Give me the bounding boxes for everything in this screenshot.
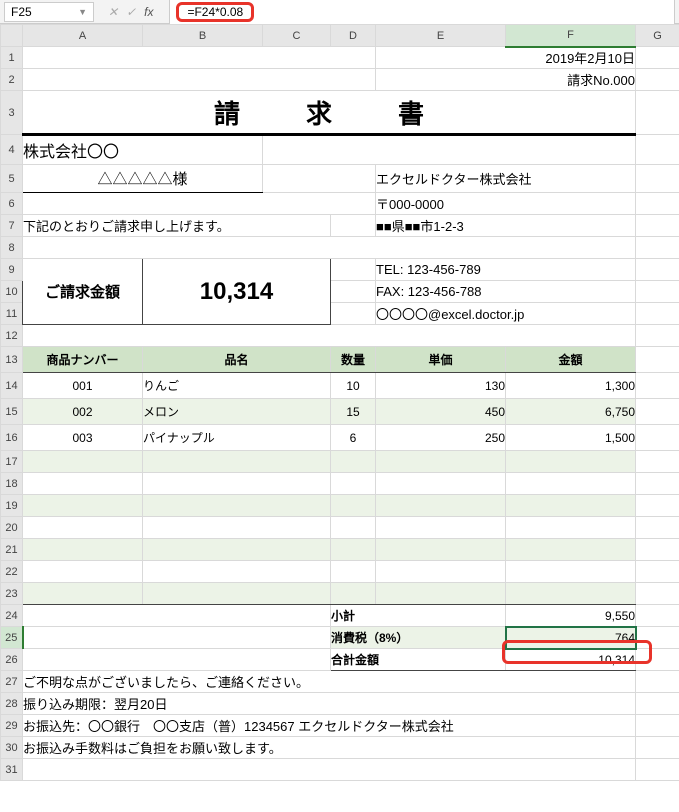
formula-text: =F24*0.08 xyxy=(176,2,254,22)
total-label[interactable]: ご請求金額 xyxy=(23,259,143,325)
th-amount[interactable]: 金額 xyxy=(506,347,636,373)
row-header[interactable]: 27 xyxy=(1,671,23,693)
col-header-G[interactable]: G xyxy=(636,25,679,47)
footer-line[interactable]: お振込先：〇〇銀行 〇〇支店（普）1234567 エクセルドクター株式会社 xyxy=(23,715,636,737)
item-qty[interactable]: 6 xyxy=(331,425,376,451)
vendor-email[interactable]: 〇〇〇〇@excel.doctor.jp xyxy=(376,303,636,325)
row-header[interactable]: 22 xyxy=(1,561,23,583)
grid[interactable]: A B C D E F G 1 2019年2月10日 2 請求No.000 3 … xyxy=(0,24,679,781)
row-header[interactable]: 9 xyxy=(1,259,23,281)
col-header-E[interactable]: E xyxy=(376,25,506,47)
formula-buttons: ✕ ✓ fx xyxy=(98,5,169,19)
formula-bar: F25 ▼ ✕ ✓ fx =F24*0.08 xyxy=(0,0,679,24)
row-header[interactable]: 19 xyxy=(1,495,23,517)
footer-line[interactable]: ご不明な点がございましたら、ご連絡ください。 xyxy=(23,671,636,693)
title[interactable]: 請 求 書 xyxy=(23,91,636,135)
row-header[interactable]: 5 xyxy=(1,165,23,193)
row-header[interactable]: 7 xyxy=(1,215,23,237)
item-no[interactable]: 002 xyxy=(23,399,143,425)
select-all[interactable] xyxy=(1,25,23,47)
row-header[interactable]: 12 xyxy=(1,325,23,347)
row-header[interactable]: 14 xyxy=(1,373,23,399)
item-name[interactable]: メロン xyxy=(143,399,331,425)
row-header[interactable]: 16 xyxy=(1,425,23,451)
row-header[interactable]: 10 xyxy=(1,281,23,303)
col-header-A[interactable]: A xyxy=(23,25,143,47)
row-header[interactable]: 20 xyxy=(1,517,23,539)
col-header-F[interactable]: F xyxy=(506,25,636,47)
item-name[interactable]: りんご xyxy=(143,373,331,399)
intro-text[interactable]: 下記のとおりご請求申し上げます。 xyxy=(23,215,331,237)
vendor-fax[interactable]: FAX: 123-456-788 xyxy=(376,281,636,303)
item-qty[interactable]: 15 xyxy=(331,399,376,425)
row-header[interactable]: 31 xyxy=(1,759,23,781)
subtotal-label[interactable]: 小計 xyxy=(331,605,506,627)
dropdown-icon[interactable]: ▼ xyxy=(78,7,87,17)
cancel-icon[interactable]: ✕ xyxy=(108,5,118,19)
vendor-tel[interactable]: TEL: 123-456-789 xyxy=(376,259,636,281)
item-no[interactable]: 001 xyxy=(23,373,143,399)
row-header[interactable]: 8 xyxy=(1,237,23,259)
th-number[interactable]: 商品ナンバー xyxy=(23,347,143,373)
row-header[interactable]: 30 xyxy=(1,737,23,759)
confirm-icon[interactable]: ✓ xyxy=(126,5,136,19)
row-header[interactable]: 24 xyxy=(1,605,23,627)
cell-reference: F25 xyxy=(11,5,32,19)
row-header[interactable]: 6 xyxy=(1,193,23,215)
fx-icon[interactable]: fx xyxy=(144,5,153,19)
row-header[interactable]: 25 xyxy=(1,627,23,649)
item-qty[interactable]: 10 xyxy=(331,373,376,399)
doc-number[interactable]: 請求No.000 xyxy=(376,69,636,91)
row-header[interactable]: 21 xyxy=(1,539,23,561)
item-unit[interactable]: 250 xyxy=(376,425,506,451)
row-header[interactable]: 28 xyxy=(1,693,23,715)
item-unit[interactable]: 450 xyxy=(376,399,506,425)
row-header[interactable]: 15 xyxy=(1,399,23,425)
tax-value[interactable]: 764 xyxy=(506,627,636,649)
col-header-B[interactable]: B xyxy=(143,25,263,47)
col-header-D[interactable]: D xyxy=(331,25,376,47)
row-header[interactable]: 17 xyxy=(1,451,23,473)
tax-label[interactable]: 消費税（8%） xyxy=(331,627,506,649)
col-header-C[interactable]: C xyxy=(263,25,331,47)
footer-line[interactable]: 振り込み期限：翌月20日 xyxy=(23,693,636,715)
item-amount[interactable]: 6,750 xyxy=(506,399,636,425)
date[interactable]: 2019年2月10日 xyxy=(376,47,636,69)
th-unit[interactable]: 単価 xyxy=(376,347,506,373)
item-amount[interactable]: 1,500 xyxy=(506,425,636,451)
th-qty[interactable]: 数量 xyxy=(331,347,376,373)
item-unit[interactable]: 130 xyxy=(376,373,506,399)
footer-line[interactable]: お振込み手数料はご負担をお願い致します。 xyxy=(23,737,636,759)
total-amount[interactable]: 10,314 xyxy=(143,259,331,325)
row-header[interactable]: 18 xyxy=(1,473,23,495)
formula-input[interactable]: =F24*0.08 xyxy=(169,0,675,25)
name-box[interactable]: F25 ▼ xyxy=(4,2,94,22)
grand-label[interactable]: 合計金額 xyxy=(331,649,506,671)
subtotal-value[interactable]: 9,550 xyxy=(506,605,636,627)
row-header[interactable]: 4 xyxy=(1,135,23,165)
customer-name[interactable]: △△△△△様 xyxy=(23,165,263,193)
item-no[interactable]: 003 xyxy=(23,425,143,451)
th-name[interactable]: 品名 xyxy=(143,347,331,373)
item-amount[interactable]: 1,300 xyxy=(506,373,636,399)
row-header[interactable]: 1 xyxy=(1,47,23,69)
row-header[interactable]: 2 xyxy=(1,69,23,91)
vendor-name[interactable]: エクセルドクター株式会社 xyxy=(376,165,636,193)
row-header[interactable]: 13 xyxy=(1,347,23,373)
vendor-address[interactable]: ■■県■■市1-2-3 xyxy=(376,215,636,237)
item-name[interactable]: パイナップル xyxy=(143,425,331,451)
row-header[interactable]: 29 xyxy=(1,715,23,737)
spreadsheet: A B C D E F G 1 2019年2月10日 2 請求No.000 3 … xyxy=(0,24,679,781)
row-header[interactable]: 11 xyxy=(1,303,23,325)
vendor-postal[interactable]: 〒000-0000 xyxy=(376,193,636,215)
row-header[interactable]: 23 xyxy=(1,583,23,605)
customer-company[interactable]: 株式会社〇〇 xyxy=(23,135,263,165)
row-header[interactable]: 3 xyxy=(1,91,23,135)
grand-value[interactable]: 10,314 xyxy=(506,649,636,671)
row-header[interactable]: 26 xyxy=(1,649,23,671)
